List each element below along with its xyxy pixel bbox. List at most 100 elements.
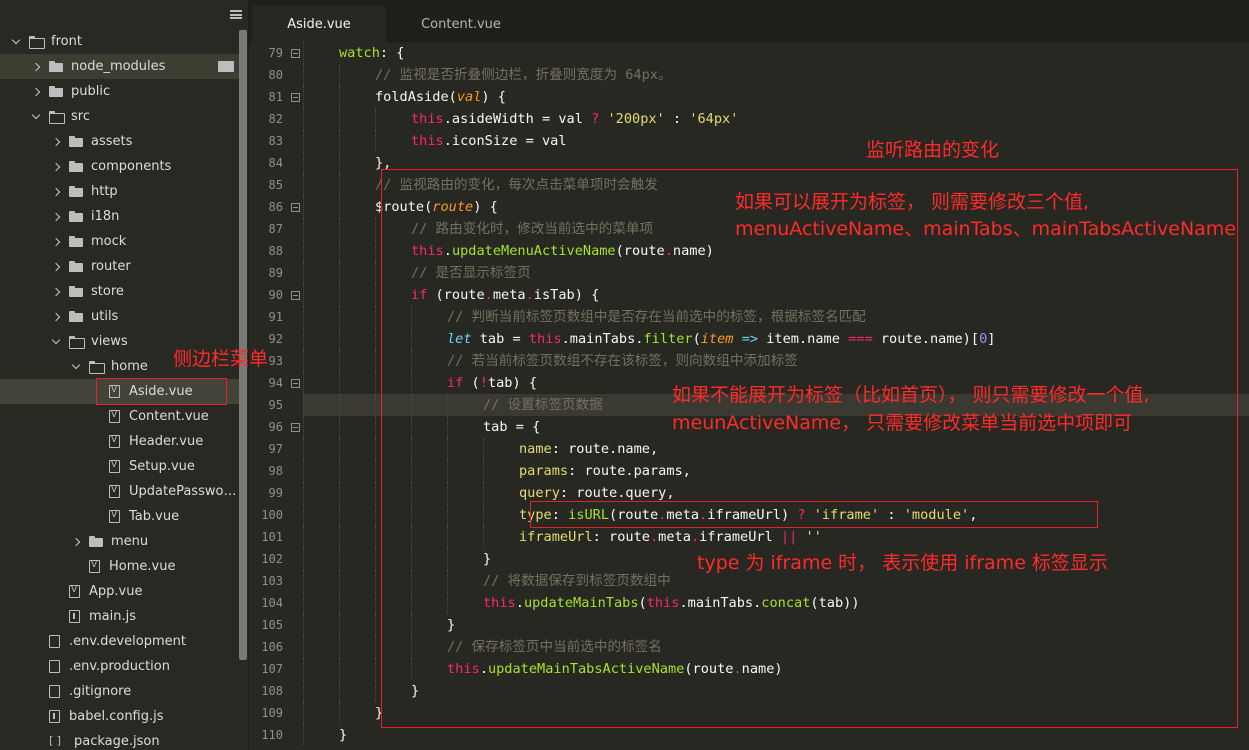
json-file-icon (49, 734, 65, 748)
chevron-down-icon (12, 38, 20, 46)
tree-item[interactable]: utils (0, 304, 239, 329)
chevron-right-icon[interactable] (52, 138, 60, 146)
chevron-right-icon[interactable] (52, 288, 60, 296)
indent-guide (303, 416, 304, 438)
fold-toggle-icon[interactable] (291, 93, 300, 102)
tree-item[interactable]: main.js (0, 604, 239, 629)
tree-item[interactable]: Home.vue (0, 554, 239, 579)
code-line[interactable]: foldAside(val) { (303, 86, 1249, 108)
chevron-right-icon[interactable] (52, 263, 60, 271)
chevron-down-icon[interactable] (72, 363, 80, 371)
indent-guide (375, 306, 376, 328)
tree-item-label: views (91, 334, 128, 349)
tree-item-label: .env.production (69, 659, 170, 674)
fold-toggle-icon[interactable] (291, 379, 300, 388)
indent-guide (339, 592, 340, 614)
annotation-tab-case-line1: 如果可以展开为标签， 则需要修改三个值, (735, 191, 1090, 213)
indent-guide (303, 548, 304, 570)
indent-guide (339, 548, 340, 570)
code-token: } (339, 727, 348, 743)
tree-item[interactable]: store (0, 279, 239, 304)
chevron-right-icon[interactable] (32, 88, 40, 96)
chevron-down-icon[interactable] (32, 113, 40, 121)
fold-toggle-icon[interactable] (291, 49, 300, 58)
indent-guide (303, 702, 304, 724)
indent-guide (303, 240, 304, 262)
indent-guide (339, 328, 340, 350)
tree-item[interactable]: router (0, 254, 239, 279)
folder-icon (69, 136, 83, 147)
tree-item[interactable]: UpdatePasswor... (0, 479, 239, 504)
tab-aside-vue[interactable]: Aside.vue (252, 6, 386, 42)
tab-content-vue[interactable]: Content.vue (386, 6, 536, 42)
tree-item[interactable]: babel.config.js (0, 704, 239, 729)
tree-item[interactable]: App.vue (0, 579, 239, 604)
code-line[interactable]: this.iconSize = val (303, 130, 1249, 152)
tree-item-label: node_modules (71, 59, 166, 74)
tree-item[interactable]: package.json (0, 729, 239, 750)
tree-item[interactable]: .gitignore (0, 679, 239, 704)
tree-item[interactable]: src (0, 104, 239, 129)
tree-item[interactable]: Tab.vue (0, 504, 239, 529)
line-number: 102 (261, 552, 283, 566)
code-token: .iconSize = val (443, 133, 567, 149)
indent-guide (375, 570, 376, 592)
chevron-right-icon[interactable] (72, 538, 80, 546)
tree-item[interactable]: assets (0, 129, 239, 154)
tree-item[interactable]: node_modules (0, 54, 239, 79)
chevron-right-icon[interactable] (52, 238, 60, 246)
tree-root-label: front (51, 34, 82, 49)
tree-item[interactable]: public (0, 79, 239, 104)
tree-item[interactable]: Header.vue (0, 429, 239, 454)
tree-item-label: UpdatePasswor... (129, 484, 239, 499)
tree-item[interactable]: components (0, 154, 239, 179)
tree-item-label: main.js (89, 609, 136, 624)
annotation-sidebar-menu: 侧边栏菜单 (173, 348, 269, 370)
chevron-right-icon[interactable] (52, 313, 60, 321)
menu-icon[interactable] (230, 10, 242, 19)
tree-item[interactable]: .env.development (0, 629, 239, 654)
indent-guide (303, 130, 304, 152)
chevron-right-icon[interactable] (52, 188, 60, 196)
indent-guide (375, 350, 376, 372)
fold-toggle-icon[interactable] (291, 203, 300, 212)
line-number: 88 (268, 244, 283, 258)
line-number: 109 (261, 706, 283, 720)
tree-item-label: http (91, 184, 118, 199)
chevron-right-icon[interactable] (52, 213, 60, 221)
folder-icon (69, 311, 83, 322)
tree-root-folder[interactable]: front (0, 29, 239, 54)
code-text: this.iconSize = val (411, 130, 567, 152)
tree-item[interactable]: Setup.vue (0, 454, 239, 479)
tree-item-label: home (111, 359, 148, 374)
tree-item-label: Header.vue (129, 434, 204, 449)
indent-guide (375, 680, 376, 702)
code-line[interactable]: watch: { (303, 42, 1249, 64)
indent-guide (303, 196, 304, 218)
tree-item-label: Home.vue (109, 559, 176, 574)
indent-guide (375, 658, 376, 680)
line-number: 101 (261, 530, 283, 544)
folder-icon (49, 86, 63, 97)
indent-guide (375, 504, 376, 526)
code-line[interactable]: this.asideWidth = val ? '200px' : '64px' (303, 108, 1249, 130)
indent-guide (339, 702, 340, 724)
chevron-right-icon[interactable] (52, 163, 60, 171)
tree-item[interactable]: .env.production (0, 654, 239, 679)
tree-item[interactable]: mock (0, 229, 239, 254)
chevron-down-icon[interactable] (52, 338, 60, 346)
line-number: 79 (268, 46, 283, 60)
tree-item[interactable]: Content.vue (0, 404, 239, 429)
tree-item[interactable]: http (0, 179, 239, 204)
code-line[interactable]: // 监视是否折叠侧边栏，折叠则宽度为 64px。 (303, 64, 1249, 86)
chevron-right-icon[interactable] (32, 63, 40, 71)
fold-toggle-icon[interactable] (291, 291, 300, 300)
fold-toggle-icon[interactable] (291, 423, 300, 432)
indent-guide (339, 262, 340, 284)
aside-vue-highlight-box (96, 378, 227, 405)
tree-item[interactable]: menu (0, 529, 239, 554)
tree-item[interactable]: i18n (0, 204, 239, 229)
code-token: this (411, 111, 444, 127)
folder-icon (69, 286, 83, 297)
line-number: 97 (268, 442, 283, 456)
